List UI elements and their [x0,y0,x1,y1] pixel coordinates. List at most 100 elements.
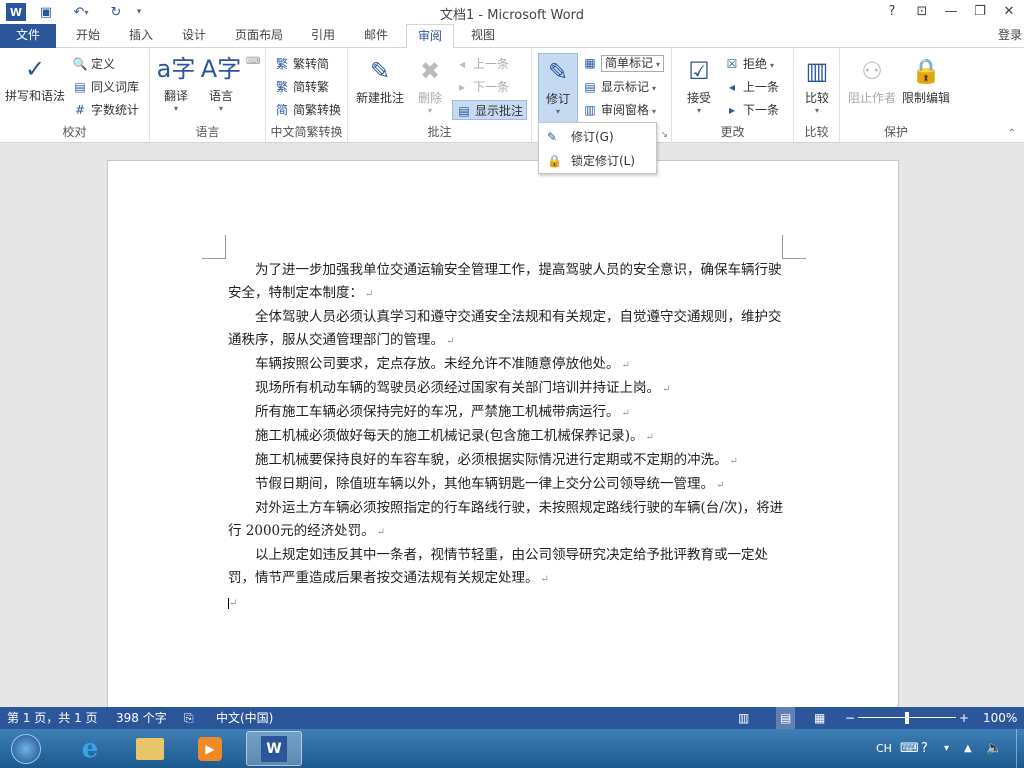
show-hidden-icons[interactable]: ▲ [964,729,972,768]
tab-references[interactable]: 引用 [302,24,344,48]
new-comment-icon: ✎ [369,57,391,85]
read-mode-icon[interactable]: ▥ [738,707,749,729]
help-button[interactable]: ? [879,2,905,22]
windows-logo-icon [11,733,41,764]
media-player-icon: ▶ [198,736,222,761]
taskbar-ie[interactable]: e [62,731,118,766]
compare-button[interactable]: ▥ 比较 ▾ [798,56,836,115]
zoom-level[interactable]: 100% [983,707,1017,729]
review-pane-button[interactable]: ▥ 审阅窗格 ▾ [582,100,656,120]
restrict-editing-button[interactable]: 🔒 限制编辑 [900,56,952,106]
track-changes-menu-icon: ✎ [547,130,558,144]
tab-layout[interactable]: 页面布局 [226,24,292,48]
document-page[interactable]: 为了进一步加强我单位交通运输安全管理工作，提高驾驶人员的安全意识，确保车辆行驶安… [107,160,899,720]
tab-view[interactable]: 视图 [462,24,504,48]
taskbar-explorer[interactable] [122,731,178,766]
tab-design[interactable]: 设计 [172,24,216,48]
language-extra-icon[interactable]: ⌨ [246,56,260,67]
language-button[interactable]: A字 语言 ▾ [200,54,242,113]
tab-insert[interactable]: 插入 [120,24,162,48]
paragraph[interactable]: 车辆按照公司要求，定点存放。未经允许不准随意停放他处。 ↵ [228,353,784,377]
paragraph[interactable]: 现场所有机动车辆的驾驶员必须经过国家有关部门培训并持证上岗。 ↵ [228,377,784,401]
accept-button[interactable]: ☑ 接受 ▾ [678,56,720,115]
zoom-out-button[interactable]: − [845,707,855,729]
paragraph[interactable]: 所有施工车辆必须保持完好的车况，严禁施工机械带病运行。 ↵ [228,401,784,425]
document-area[interactable]: 为了进一步加强我单位交通运输安全管理工作，提高驾驶人员的安全意识，确保车辆行驶安… [0,143,1024,720]
proofing-status-icon[interactable]: ⎘ [184,707,194,729]
ribbon-tabs: 文件 开始 插入 设计 页面布局 引用 邮件 审阅 视图 登录 [0,24,1024,49]
group-label-comments: 批注 [427,125,452,139]
input-language[interactable]: CH [876,729,892,768]
help-tray-icon[interactable]: ? [921,729,928,768]
taskbar-word[interactable]: W [246,731,302,766]
group-chinese: 繁繁转简 繁简转繁 简简繁转换 中文简繁转换 [266,48,348,143]
paragraph[interactable]: 为了进一步加强我单位交通运输安全管理工作，提高驾驶人员的安全意识，确保车辆行驶安… [228,259,784,306]
translate-button[interactable]: a字 翻译 ▾ [156,54,196,113]
delete-comment-button[interactable]: ✖ 删除 ▾ [410,56,450,115]
tray-expand-icon[interactable]: ▾ [944,729,949,768]
prev-change-button[interactable]: ◂ 上一条 [724,77,779,97]
group-label-chinese: 中文简繁转换 [270,125,343,139]
zoom-slider-thumb[interactable] [905,712,909,724]
print-layout-icon[interactable]: ▤ [776,707,796,729]
reject-icon: ☒ [726,57,738,71]
show-comments-button[interactable]: ▤ 显示批注 [452,100,528,120]
prev-comment-button[interactable]: ◂ 上一条 [454,54,509,74]
tracking-options-icon[interactable]: ↘ [660,130,668,140]
next-change-icon: ▸ [728,103,736,117]
menu-item-lock-tracking[interactable]: 🔒 锁定修订(L) [539,149,656,173]
next-change-button[interactable]: ▸ 下一条 [724,100,779,120]
next-comment-button[interactable]: ▸ 下一条 [454,77,509,97]
keyboard-icon[interactable]: ⌨ [900,729,919,768]
to-simplified-button[interactable]: 繁繁转简 [274,54,329,74]
collapse-ribbon-icon[interactable]: ⌃ [1008,128,1016,139]
language-status[interactable]: 中文(中国) [216,707,273,729]
word-count-button[interactable]: # 字数统计 [72,100,139,120]
sign-in-link[interactable]: 登录 [998,24,1022,48]
block-authors-button[interactable]: ⚇ 阻止作者 [844,56,900,106]
tab-file[interactable]: 文件 [0,24,56,48]
taskbar-media[interactable]: ▶ [182,731,238,766]
convert-button[interactable]: 简简繁转换 [274,100,341,120]
document-body[interactable]: 为了进一步加强我单位交通运输安全管理工作，提高驾驶人员的安全意识，确保车辆行驶安… [228,259,784,614]
close-button[interactable]: ✕ [996,2,1022,22]
show-desktop-button[interactable] [1016,729,1024,768]
to-traditional-button[interactable]: 繁简转繁 [274,77,329,97]
tab-review[interactable]: 审阅 [406,24,454,49]
paragraph[interactable]: 全体驾驶人员必须认真学习和遵守交通安全法规和有关规定，自觉遵守交通规则，维护交通… [228,306,784,353]
thesaurus-button[interactable]: ▤ 同义词库 [72,77,139,97]
web-layout-icon[interactable]: ▦ [814,707,825,729]
group-label-compare: 比较 [804,125,829,139]
volume-icon[interactable]: 🔈 [986,729,1002,768]
track-changes-menu: ✎ 修订(G) 🔒 锁定修订(L) [538,122,657,174]
paragraph[interactable]: 施工机械要保持良好的车容车貌，必须根据实际情况进行定期或不定期的冲洗。 ↵ [228,449,784,473]
menu-item-track-changes[interactable]: ✎ 修订(G) [539,125,656,149]
word-count[interactable]: 398 个字 [116,707,167,729]
to-simplified-icon: 繁 [275,57,288,71]
word-count-icon: # [74,103,86,117]
new-comment-button[interactable]: ✎ 新建批注 [354,56,406,106]
show-markup-button[interactable]: ▤ 显示标记 ▾ [582,77,656,97]
markup-icon: ▦ [584,56,596,70]
spelling-button[interactable]: ✓ 拼写和语法 [4,54,66,104]
paragraph[interactable]: 以上规定如违反其中一条者，视情节轻重，由公司领导研究决定给予批评教育或一定处罚，… [228,544,784,591]
title-bar: W ▣ ↶ ▾ ↻ ▾ 文档1 - Microsoft Word ? ⊡ — ❐ … [0,0,1024,24]
reject-button[interactable]: ☒ 拒绝 ▾ [724,54,774,74]
tab-home[interactable]: 开始 [66,24,110,48]
page-count[interactable]: 第 1 页，共 1 页 [7,707,98,729]
markup-select[interactable]: ▦ 简单标记 ▾ [582,53,665,73]
tab-mailings[interactable]: 邮件 [354,24,398,48]
paragraph[interactable]: 施工机械必须做好每天的施工机械记录(包含施工机械保养记录)。 ↵ [228,425,784,449]
group-language: a字 翻译 ▾ A字 语言 ▾ ⌨ 语言 [150,48,266,143]
start-button[interactable] [2,731,50,766]
minimize-button[interactable]: — [938,2,964,22]
define-button[interactable]: 🔍 定义 [72,54,116,74]
paragraph[interactable]: 节假日期间，除值班车辆以外，其他车辆钥匙一律上交分公司领导统一管理。 ↵ [228,473,784,497]
track-changes-button[interactable]: ✎ 修订 ▾ [538,53,578,123]
accept-icon: ☑ [688,57,710,85]
ribbon-display-icon[interactable]: ⊡ [909,2,935,22]
restore-button[interactable]: ❐ [967,2,993,22]
paragraph[interactable]: 对外运土方车辆必须按照指定的行车路线行驶，未按照规定路线行驶的车辆(台/次)，将… [228,497,784,544]
group-label-changes: 更改 [720,125,745,139]
zoom-in-button[interactable]: + [959,707,969,729]
